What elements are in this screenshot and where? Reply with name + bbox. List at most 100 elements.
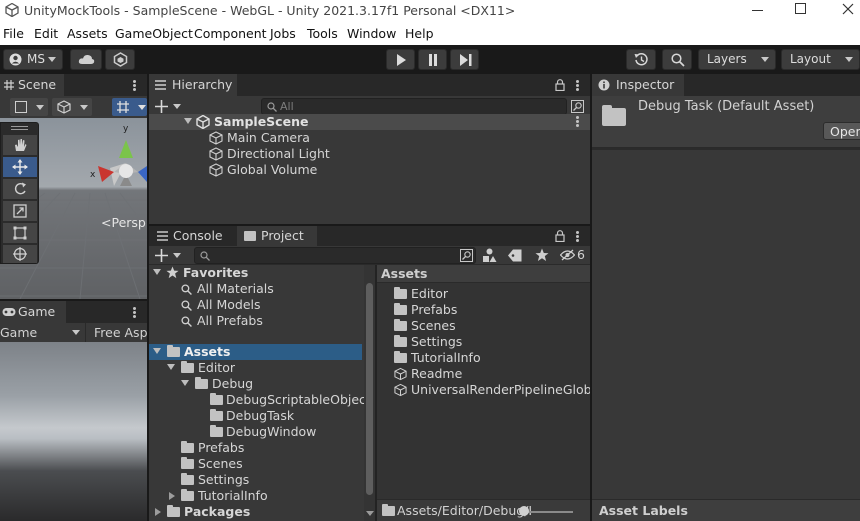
move-tool-button[interactable] <box>3 157 37 177</box>
expand-arrow-icon[interactable] <box>153 348 161 354</box>
favorite-item[interactable]: All Models <box>149 297 375 313</box>
hierarchy-item[interactable]: Main Camera <box>149 130 590 146</box>
collapsed-arrow-icon[interactable] <box>169 492 175 500</box>
expand-arrow-icon[interactable] <box>181 380 189 386</box>
scene-root-row[interactable]: SampleScene <box>149 114 590 130</box>
content-folder-item[interactable]: Editor <box>377 286 590 302</box>
collab-button[interactable] <box>105 49 135 70</box>
game-menu-icon[interactable] <box>133 311 136 314</box>
search-by-type-icon[interactable] <box>571 100 584 113</box>
create-dropdown[interactable] <box>155 98 185 115</box>
search-button[interactable] <box>662 49 692 70</box>
scene-name: SampleScene <box>214 114 309 129</box>
content-asset-item[interactable]: Readme <box>377 366 590 382</box>
favorite-item[interactable]: All Prefabs <box>149 313 375 329</box>
project-create-dropdown[interactable] <box>155 247 185 264</box>
scene-menu-icon[interactable] <box>133 84 136 87</box>
pause-button[interactable] <box>418 49 447 70</box>
content-folder-item[interactable]: TutorialInfo <box>377 350 590 366</box>
rotate-tool-button[interactable] <box>3 179 37 199</box>
tree-folder-row[interactable]: Prefabs <box>149 440 375 456</box>
draw-mode-dropdown[interactable] <box>10 98 48 116</box>
scroll-down-arrow-icon[interactable] <box>366 511 374 516</box>
expand-arrow-icon[interactable] <box>167 364 175 370</box>
label-tag-icon[interactable] <box>508 249 522 262</box>
hierarchy-item[interactable]: Global Volume <box>149 162 590 178</box>
collapsed-arrow-icon[interactable] <box>155 508 161 516</box>
hierarchy-item[interactable]: Directional Light <box>149 146 590 162</box>
hidden-packages-eye-icon[interactable] <box>560 249 575 261</box>
hand-tool-button[interactable] <box>3 135 37 155</box>
tab-hierarchy[interactable]: Hierarchy <box>149 74 237 96</box>
menu-jobs[interactable]: Jobs <box>270 26 296 41</box>
favorite-star-icon[interactable] <box>535 248 549 262</box>
display-dropdown[interactable]: Game <box>0 323 86 342</box>
rect-tool-button[interactable] <box>3 223 37 243</box>
tree-folder-row[interactable]: Settings <box>149 472 375 488</box>
tree-packages-row[interactable]: Packages <box>149 504 375 520</box>
menu-file[interactable]: File <box>3 26 24 41</box>
tree-folder-row[interactable]: DebugWindow <box>149 424 375 440</box>
play-button[interactable] <box>386 49 415 70</box>
layers-dropdown[interactable]: Layers <box>698 49 776 70</box>
menu-window[interactable]: Window <box>347 26 396 41</box>
tab-inspector[interactable]: Inspector <box>592 74 684 96</box>
aspect-dropdown[interactable]: Free Aspe <box>94 325 147 340</box>
hierarchy-search-input[interactable]: All <box>261 98 567 115</box>
tab-project[interactable]: Project <box>237 226 317 246</box>
tab-game[interactable]: Game <box>0 301 66 323</box>
minimize-button[interactable] <box>752 10 763 11</box>
scene-options-icon[interactable] <box>576 120 579 123</box>
tree-assets-row[interactable]: Assets <box>149 344 362 360</box>
lock-icon[interactable] <box>555 230 565 242</box>
hierarchy-menu-icon[interactable] <box>576 84 579 87</box>
content-asset-item[interactable]: UniversalRenderPipelineGlobalS <box>377 382 590 398</box>
scene-gizmo[interactable] <box>88 126 147 206</box>
tree-scrollbar-thumb[interactable] <box>366 283 373 495</box>
filter-by-type-icon[interactable] <box>482 248 497 263</box>
menu-tools[interactable]: Tools <box>307 26 338 41</box>
favorites-row[interactable]: Favorites <box>149 265 375 281</box>
scene-viewport[interactable]: y x <Persp <box>0 118 147 299</box>
lock-icon[interactable] <box>555 79 565 91</box>
menu-gameobject[interactable]: GameObject <box>115 26 193 41</box>
grid-snap-dropdown[interactable] <box>112 98 147 116</box>
maximize-button[interactable] <box>795 3 806 14</box>
account-dropdown[interactable]: MS <box>3 49 63 70</box>
close-window-button[interactable] <box>842 3 854 15</box>
tree-folder-row[interactable]: Debug <box>149 376 375 392</box>
tree-folder-row[interactable]: Editor <box>149 360 375 376</box>
menu-assets[interactable]: Assets <box>67 26 108 41</box>
tree-folder-row[interactable]: TutorialInfo <box>149 488 375 504</box>
project-search-input[interactable] <box>194 247 476 264</box>
tree-folder-row[interactable]: DebugScriptableObject <box>149 392 375 408</box>
menu-component[interactable]: Component <box>194 26 267 41</box>
search-by-type-icon[interactable] <box>460 249 473 262</box>
tab-console[interactable]: Console <box>149 226 235 246</box>
palette-drag-handle-icon[interactable] <box>11 126 28 130</box>
menu-help[interactable]: Help <box>405 26 434 41</box>
layout-dropdown[interactable]: Layout <box>781 49 860 70</box>
cloud-button[interactable] <box>70 49 102 70</box>
tree-folder-row[interactable]: Scenes <box>149 456 375 472</box>
scale-tool-button[interactable] <box>3 201 37 221</box>
content-folder-item[interactable]: Scenes <box>377 318 590 334</box>
projection-toggle[interactable]: <Persp <box>101 215 146 230</box>
icon-size-slider-thumb[interactable] <box>519 506 529 516</box>
open-button[interactable]: Open <box>823 122 860 140</box>
expand-arrow-icon[interactable] <box>153 269 161 275</box>
menu-edit[interactable]: Edit <box>34 26 58 41</box>
expand-arrow-icon[interactable] <box>184 118 192 124</box>
tab-scene[interactable]: Scene <box>0 74 64 96</box>
favorite-item[interactable]: All Materials <box>149 281 375 297</box>
project-menu-icon[interactable] <box>576 235 579 238</box>
shading-dropdown[interactable] <box>52 98 92 116</box>
content-folder-item[interactable]: Prefabs <box>377 302 590 318</box>
asset-labels-bar[interactable]: Asset Labels <box>592 499 860 521</box>
tree-folder-row[interactable]: DebugTask <box>149 408 375 424</box>
tree-scrollbar[interactable] <box>364 265 375 521</box>
transform-tool-button[interactable] <box>3 245 37 263</box>
undo-history-button[interactable] <box>626 49 656 70</box>
content-folder-item[interactable]: Settings <box>377 334 590 350</box>
step-button[interactable] <box>450 49 479 70</box>
